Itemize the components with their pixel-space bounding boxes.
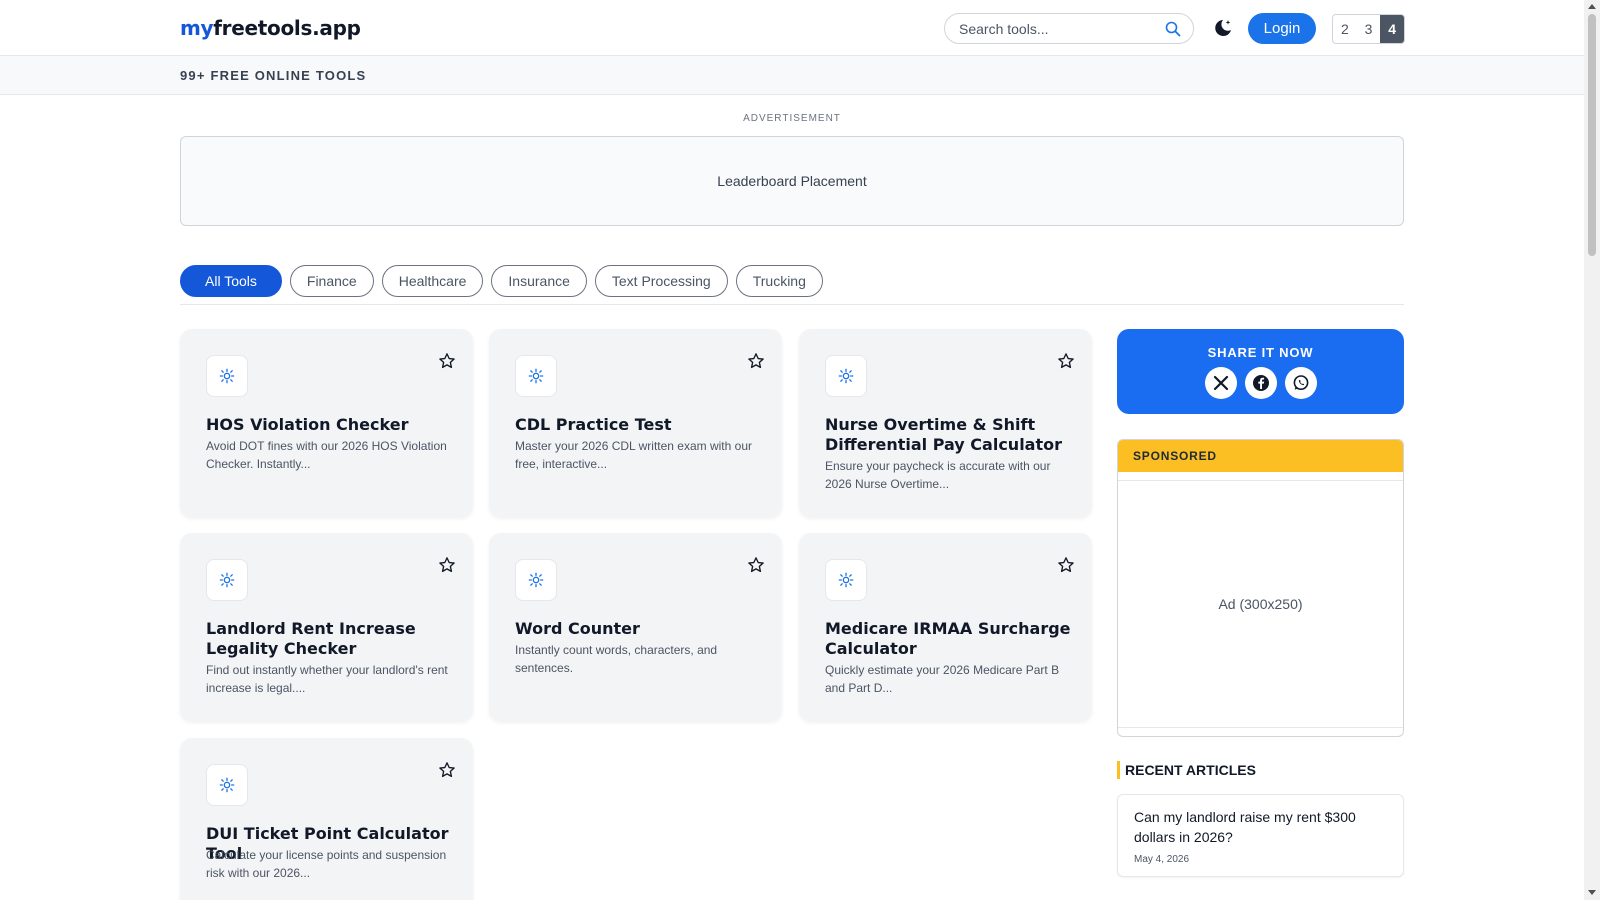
tool-card-dui-ticket-calculator[interactable]: DUI Ticket Point Calculator Tool Calcula…: [180, 738, 473, 900]
tool-card-nurse-overtime-calculator[interactable]: Nurse Overtime & Shift Differential Pay …: [799, 329, 1092, 517]
filter-insurance[interactable]: Insurance: [491, 265, 587, 297]
filter-trucking[interactable]: Trucking: [735, 265, 823, 297]
tool-description: Calculate your license points and suspen…: [206, 848, 447, 880]
sponsored-label: SPONSORED: [1118, 440, 1403, 472]
sponsored-ad[interactable]: Ad (300x250): [1118, 480, 1403, 728]
tool-title: CDL Practice Test: [515, 415, 672, 434]
page-scrollbar[interactable]: [1584, 0, 1600, 900]
leaderboard-ad[interactable]: Leaderboard Placement: [180, 136, 1404, 226]
tool-title: Landlord Rent Increase Legality Checker: [206, 619, 416, 658]
recent-articles-heading: RECENT ARTICLES: [1117, 761, 1256, 779]
scroll-up-arrow-icon[interactable]: [1588, 4, 1596, 9]
favorite-star-icon[interactable]: [746, 555, 766, 575]
scrollbar-thumb[interactable]: [1588, 14, 1596, 256]
logo-prefix: my: [180, 16, 214, 40]
gear-icon: [206, 764, 248, 806]
favorite-star-icon[interactable]: [437, 351, 457, 371]
tool-card-hos-violation-checker[interactable]: HOS Violation Checker Avoid DOT fines wi…: [180, 329, 473, 517]
favorite-star-icon[interactable]: [746, 351, 766, 371]
tool-title: Word Counter: [515, 619, 640, 638]
search-box: [944, 13, 1194, 44]
facebook-icon[interactable]: [1244, 367, 1277, 399]
filter-healthcare[interactable]: Healthcare: [381, 265, 484, 297]
article-date: May 4, 2026: [1134, 854, 1190, 865]
favorite-star-icon[interactable]: [1056, 555, 1076, 575]
favorite-star-icon[interactable]: [437, 555, 457, 575]
share-title: SHARE IT NOW: [1207, 345, 1314, 360]
tool-card-cdl-practice-test[interactable]: CDL Practice Test Master your 2026 CDL w…: [489, 329, 782, 517]
filters-divider: [180, 304, 1404, 305]
gear-icon: [825, 559, 867, 601]
dark-mode-toggle-icon[interactable]: [1208, 14, 1236, 42]
gear-icon: [206, 355, 248, 397]
tool-description: Find out instantly whether your landlord…: [206, 663, 448, 695]
tool-title: HOS Violation Checker: [206, 415, 409, 434]
search-icon[interactable]: [1163, 19, 1183, 39]
category-filters: All Tools Finance Healthcare Insurance T…: [180, 265, 823, 297]
logo-text: freetools.app: [213, 16, 361, 40]
page-switcher: 2 3 4: [1332, 14, 1405, 44]
filter-text-processing[interactable]: Text Processing: [594, 265, 728, 297]
gear-icon: [825, 355, 867, 397]
gear-icon: [206, 559, 248, 601]
tool-title: Medicare IRMAA Surcharge Calculator: [825, 619, 1071, 658]
favorite-star-icon[interactable]: [1056, 351, 1076, 371]
site-logo[interactable]: myfreetools.app: [180, 16, 361, 40]
page-2-button[interactable]: 2: [1333, 15, 1357, 43]
search-input[interactable]: [959, 19, 1154, 39]
filter-all-tools[interactable]: All Tools: [180, 265, 282, 297]
gear-icon: [515, 559, 557, 601]
tagline-bar: 99+ FREE ONLINE TOOLS: [0, 56, 1584, 95]
login-button[interactable]: Login: [1248, 13, 1316, 44]
page-3-button[interactable]: 3: [1357, 15, 1381, 43]
tagline-text: 99+ FREE ONLINE TOOLS: [180, 68, 367, 83]
x-icon[interactable]: [1204, 367, 1237, 399]
favorite-star-icon[interactable]: [437, 760, 457, 780]
tool-description: Quickly estimate your 2026 Medicare Part…: [825, 663, 1060, 695]
tool-description: Ensure your paycheck is accurate with ou…: [825, 459, 1051, 491]
tool-description: Avoid DOT fines with our 2026 HOS Violat…: [206, 439, 447, 471]
tool-card-medicare-irmaa-calculator[interactable]: Medicare IRMAA Surcharge Calculator Quic…: [799, 533, 1092, 721]
tool-description: Instantly count words, characters, and s…: [515, 643, 718, 675]
tool-card-landlord-rent-checker[interactable]: Landlord Rent Increase Legality Checker …: [180, 533, 473, 721]
article-card[interactable]: Can my landlord raise my rent $300 dolla…: [1117, 794, 1404, 877]
scroll-down-arrow-icon[interactable]: [1588, 890, 1596, 895]
filter-finance[interactable]: Finance: [289, 265, 374, 297]
advertisement-label: ADVERTISEMENT: [743, 113, 841, 124]
share-icons: [1117, 367, 1404, 399]
article-title[interactable]: Can my landlord raise my rent $300 dolla…: [1134, 807, 1384, 847]
share-panel: SHARE IT NOW: [1117, 329, 1404, 414]
tool-card-word-counter[interactable]: Word Counter Instantly count words, char…: [489, 533, 782, 721]
site-header: myfreetools.app Login 2 3 4: [0, 0, 1584, 56]
tool-title: Nurse Overtime & Shift Differential Pay …: [825, 415, 1063, 454]
tool-description: Master your 2026 CDL written exam with o…: [515, 439, 752, 471]
gear-icon: [515, 355, 557, 397]
whatsapp-icon[interactable]: [1284, 367, 1317, 399]
page-4-button[interactable]: 4: [1380, 15, 1404, 43]
sponsored-box: SPONSORED Ad (300x250): [1117, 439, 1404, 737]
